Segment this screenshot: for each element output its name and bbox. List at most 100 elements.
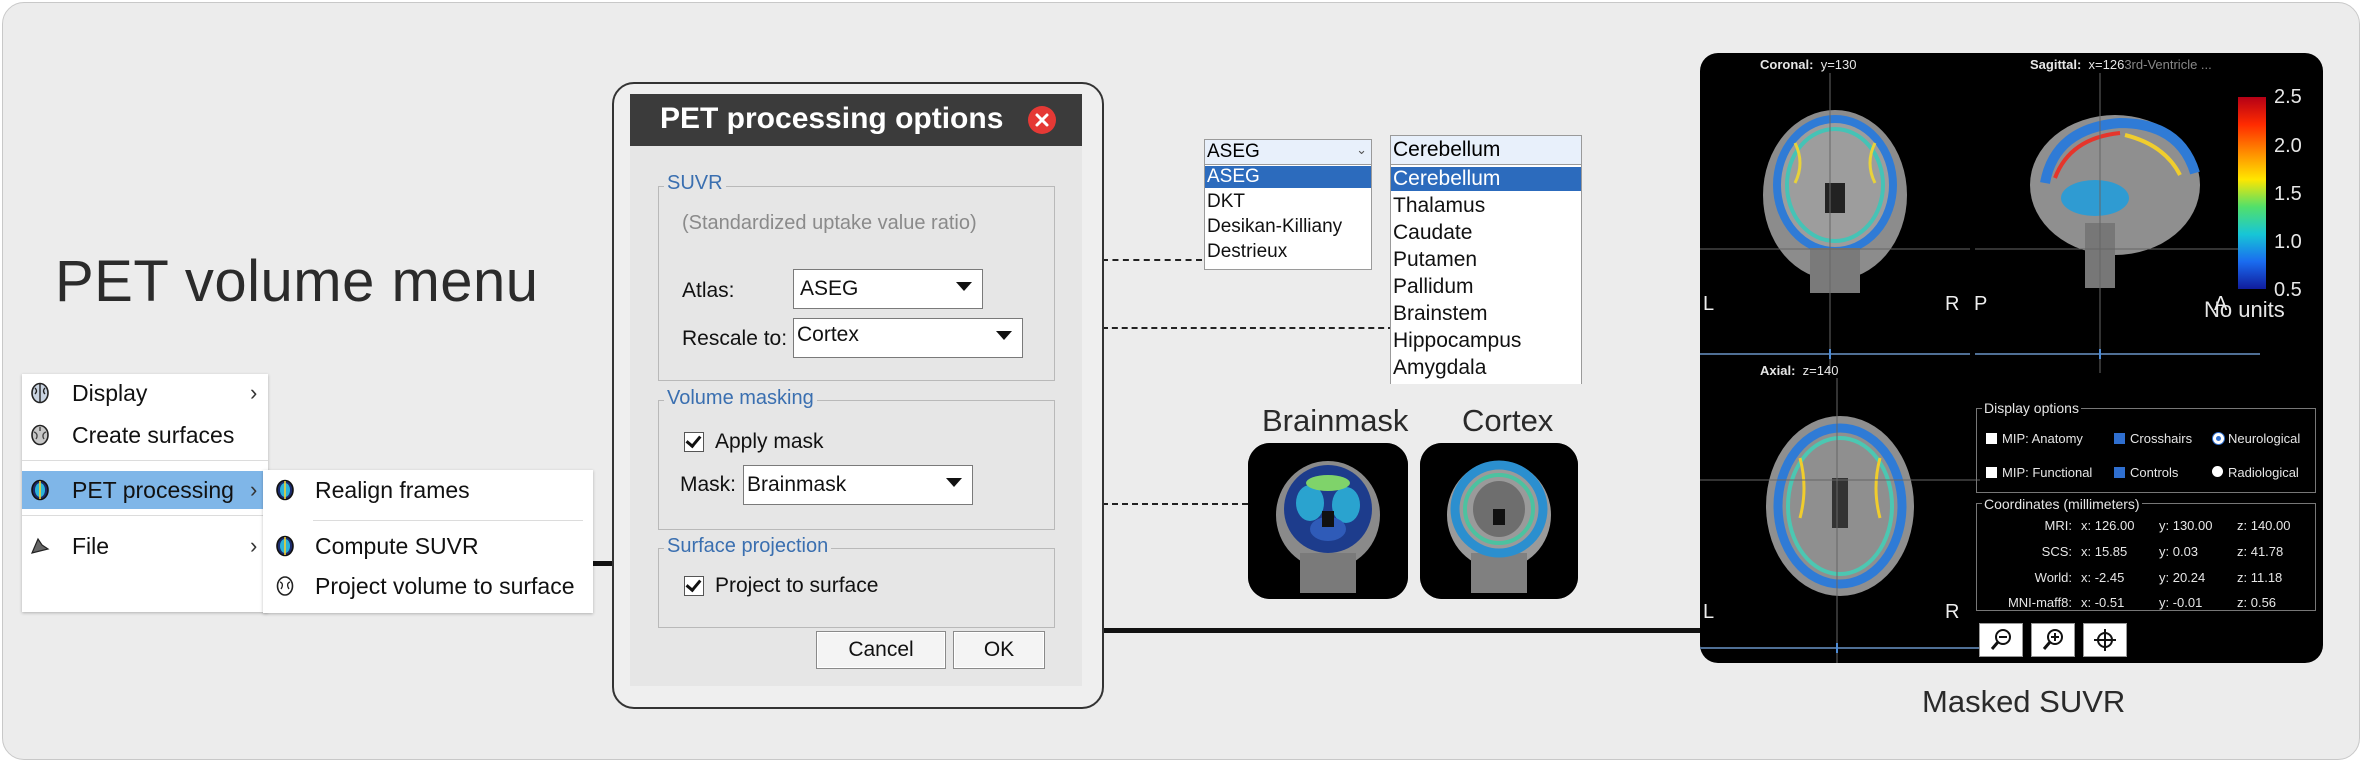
orient-left-axial: L bbox=[1703, 601, 1715, 623]
brainmask-caption: Brainmask bbox=[1262, 403, 1409, 438]
menu-item-create-surfaces[interactable]: Create surfaces bbox=[22, 416, 268, 454]
menu-item-project-volume-label: Project volume to surface bbox=[315, 573, 575, 599]
coord-z: z: 41.78 bbox=[2237, 544, 2284, 559]
radio-selected-icon bbox=[2212, 432, 2225, 445]
display-options-title: Display options bbox=[1982, 400, 2081, 416]
orient-left-coronal: L bbox=[1703, 293, 1715, 315]
checkmark-icon bbox=[685, 431, 702, 449]
rescale-select[interactable]: Cortex bbox=[793, 318, 1023, 358]
orient-posterior: P bbox=[1974, 293, 1988, 315]
ok-button[interactable]: OK bbox=[953, 631, 1045, 669]
reset-view-button[interactable] bbox=[2083, 623, 2127, 657]
radio-icon bbox=[2212, 466, 2223, 477]
region-list-header[interactable]: Cerebellum bbox=[1391, 136, 1581, 165]
axial-view[interactable] bbox=[1700, 378, 1980, 663]
menu-item-create-surfaces-label: Create surfaces bbox=[72, 422, 235, 448]
mask-select[interactable]: Brainmask bbox=[743, 465, 973, 505]
reset-view-icon bbox=[2094, 629, 2116, 651]
checkbox-checked-icon bbox=[2114, 467, 2125, 478]
coord-row-label: World: bbox=[2034, 570, 2072, 585]
project-surface-checkbox[interactable] bbox=[684, 575, 704, 596]
region-option[interactable]: Caudate bbox=[1391, 221, 1472, 245]
connector-atlas-dash bbox=[1102, 259, 1202, 261]
dialog-title: PET processing options bbox=[660, 102, 1004, 135]
atlas-option[interactable]: DKT bbox=[1205, 191, 1245, 213]
pet-brain-icon bbox=[276, 479, 294, 501]
checkbox-checked-icon bbox=[2114, 433, 2125, 444]
connector-menu-dialog bbox=[593, 561, 613, 566]
surface-brain-icon bbox=[276, 576, 294, 596]
coord-x: x: 126.00 bbox=[2081, 518, 2135, 533]
sagittal-region: 3rd-Ventricle ... bbox=[2124, 57, 2212, 72]
atlas-option[interactable]: ASEG bbox=[1205, 166, 1371, 188]
sagittal-value: x=126 bbox=[2088, 57, 2125, 72]
region-option[interactable]: Putamen bbox=[1391, 248, 1477, 272]
menu-item-realign-frames[interactable]: Realign frames bbox=[263, 471, 593, 509]
radiological-label: Radiological bbox=[2228, 465, 2299, 480]
zoom-in-icon bbox=[2042, 629, 2063, 650]
zoom-out-icon bbox=[1990, 629, 2011, 650]
atlas-option[interactable]: Destrieux bbox=[1205, 241, 1287, 263]
coronal-view[interactable] bbox=[1700, 73, 1970, 373]
region-option[interactable]: Cerebellum bbox=[1391, 167, 1581, 191]
region-option[interactable]: Brainstem bbox=[1391, 302, 1488, 326]
coord-z: z: 0.56 bbox=[2237, 595, 2277, 610]
apply-mask-checkbox[interactable] bbox=[684, 431, 704, 452]
atlas-option[interactable]: Desikan-Killiany bbox=[1205, 216, 1342, 238]
orient-right-coronal: R bbox=[1945, 293, 1960, 315]
colorbar-tick: 1.0 bbox=[2274, 231, 2302, 253]
menu-item-file[interactable]: File › bbox=[22, 527, 268, 565]
figure-canvas: PET volume menu Display › Create surface… bbox=[0, 0, 2363, 762]
neurological-label: Neurological bbox=[2228, 431, 2301, 446]
dropdown-arrow-icon bbox=[946, 478, 962, 487]
axial-value: z=140 bbox=[1802, 363, 1839, 378]
brainmask-preview-image bbox=[1248, 443, 1408, 599]
menu-item-compute-suvr[interactable]: Compute SUVR bbox=[263, 527, 593, 565]
cancel-button[interactable]: Cancel bbox=[816, 631, 946, 669]
mask-select-value: Brainmask bbox=[747, 473, 847, 496]
menu-item-project-volume-to-surface[interactable]: Project volume to surface bbox=[263, 567, 593, 605]
atlas-select-value: ASEG bbox=[800, 277, 859, 300]
pet-brain-icon bbox=[276, 535, 294, 557]
coord-z: z: 11.18 bbox=[2237, 570, 2283, 585]
menu-item-pet-processing[interactable]: PET processing › bbox=[22, 471, 268, 509]
atlas-list-header[interactable]: ASEG ⌄ bbox=[1205, 140, 1371, 165]
region-option[interactable]: Pallidum bbox=[1391, 275, 1474, 299]
surface-projection-label: Surface projection bbox=[664, 535, 832, 558]
checkbox-icon bbox=[1986, 433, 1997, 444]
atlas-list-header-value: ASEG bbox=[1207, 141, 1260, 162]
menu-item-pet-processing-label: PET processing bbox=[72, 477, 234, 503]
colorbar-tick: 1.5 bbox=[2274, 183, 2302, 205]
region-option[interactable]: Hippocampus bbox=[1391, 329, 1521, 353]
coord-y: y: 20.24 bbox=[2159, 570, 2206, 585]
sagittal-label: Sagittal: bbox=[2030, 57, 2082, 72]
sagittal-view[interactable] bbox=[1975, 73, 2260, 373]
chevron-right-icon: › bbox=[250, 477, 258, 502]
atlas-dropdown-list: ASEG ⌄ ASEG DKT Desikan-Killiany Destrie… bbox=[1204, 139, 1372, 270]
menu-item-file-label: File bbox=[72, 533, 110, 559]
coronal-label: Coronal: bbox=[1760, 57, 1814, 72]
region-option[interactable]: Amygdala bbox=[1391, 356, 1486, 380]
mask-label: Mask: bbox=[680, 473, 737, 496]
chevron-right-icon: › bbox=[250, 380, 258, 405]
coronal-value: y=130 bbox=[1820, 57, 1857, 72]
coord-y: y: 0.03 bbox=[2159, 544, 2199, 559]
controls-label: Controls bbox=[2130, 465, 2179, 480]
zoom-out-button[interactable] bbox=[1979, 623, 2023, 657]
sagittal-title: Sagittal: x=1263rd-Ventricle ... bbox=[2030, 57, 2212, 72]
region-option[interactable]: Thalamus bbox=[1391, 194, 1485, 218]
project-surface-label: Project to surface bbox=[715, 574, 879, 597]
apply-mask-label: Apply mask bbox=[715, 430, 824, 453]
menu-separator bbox=[22, 515, 268, 516]
zoom-in-button[interactable] bbox=[2031, 623, 2075, 657]
menu-item-display[interactable]: Display › bbox=[22, 374, 268, 412]
cortex-caption: Cortex bbox=[1462, 403, 1554, 438]
region-list-header-value: Cerebellum bbox=[1393, 138, 1501, 161]
close-button[interactable] bbox=[1028, 106, 1056, 134]
checkmark-icon bbox=[685, 575, 702, 593]
coord-row-label: MNI-maff8: bbox=[2007, 595, 2072, 610]
rescale-select-value: Cortex bbox=[797, 323, 859, 346]
brain-surface-icon bbox=[31, 424, 49, 446]
atlas-select[interactable]: ASEG bbox=[793, 269, 983, 309]
volume-masking-label: Volume masking bbox=[664, 387, 817, 410]
